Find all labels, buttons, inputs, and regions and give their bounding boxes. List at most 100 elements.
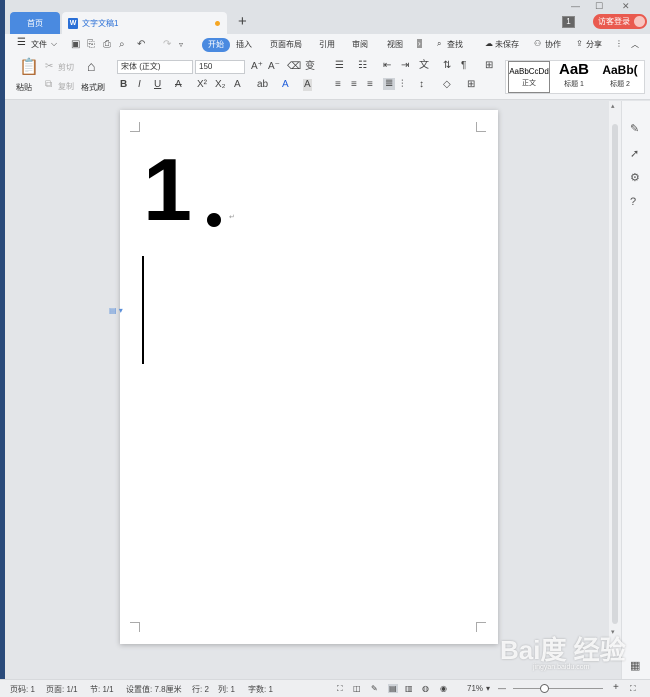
settings-sliders-icon[interactable]: ⚙ [630, 172, 640, 184]
tab-document[interactable]: W 文字文稿1 [62, 12, 227, 34]
line-spacing-icon[interactable]: ↕ [419, 79, 424, 91]
print-icon[interactable]: ⎙ [103, 39, 111, 50]
collab-label[interactable]: 协作 [545, 39, 561, 50]
subscript-icon[interactable]: X₂ [215, 79, 226, 91]
menu-file[interactable]: 文件 [31, 39, 47, 50]
phonetic-guide-icon[interactable]: 变 [305, 61, 315, 73]
increase-indent-icon[interactable]: ⇥ [401, 60, 409, 72]
copy-button[interactable]: 复制 [58, 81, 74, 92]
focus-mode-icon[interactable]: ⛶ [337, 684, 343, 694]
paste-button[interactable]: 粘贴 [16, 82, 32, 93]
fit-page-icon[interactable]: ⛶ [630, 684, 636, 694]
distribute-icon[interactable]: ⫶ [401, 79, 404, 91]
format-painter-icon[interactable]: ⌂ [87, 59, 95, 73]
chevron-down-icon[interactable]: ⌵ [51, 39, 57, 49]
menu-tab-page-layout[interactable]: 页面布局 [270, 39, 302, 50]
redo-icon[interactable]: ↷ [163, 39, 171, 50]
show-marks-icon[interactable]: ¶ [461, 60, 466, 72]
web-view-icon[interactable]: ◍ [422, 684, 429, 693]
align-right-icon[interactable]: ≡ [367, 79, 373, 91]
eye-protection-icon[interactable]: ◉ [440, 684, 447, 693]
minimize-button[interactable]: — [571, 1, 580, 11]
zoom-slider[interactable] [513, 688, 603, 689]
style-heading-2[interactable]: AaBb( 标题 2 [596, 61, 644, 93]
write-mode-icon[interactable]: ✎ [371, 684, 378, 693]
collab-icon: ⚇ [534, 39, 542, 48]
menu-icon[interactable]: ☰ [17, 37, 26, 48]
numbered-heading-text[interactable]: 1 [143, 140, 192, 240]
style-heading-1[interactable]: AaB 标题 1 [552, 61, 596, 93]
menu-tab-home[interactable]: 开始 [202, 38, 230, 52]
font-size-select[interactable]: 150 [195, 60, 245, 74]
font-color-icon[interactable]: A [282, 79, 289, 91]
chinese-layout-icon[interactable]: 文 [419, 60, 429, 72]
increase-font-icon[interactable]: A⁺ [251, 61, 263, 73]
pen-icon[interactable]: ✎ [630, 123, 639, 135]
zoom-slider-thumb[interactable] [540, 684, 549, 693]
status-pages[interactable]: 页面: 1/1 [46, 684, 78, 695]
char-shading-icon[interactable]: A [303, 79, 312, 91]
new-tab-button[interactable]: + [238, 13, 247, 31]
justify-icon[interactable]: ≣ [383, 78, 396, 90]
borders-icon[interactable]: ⊞ [467, 79, 475, 91]
zoom-level[interactable]: 71% [467, 684, 483, 693]
clear-format-icon[interactable]: ⌫ [287, 61, 301, 73]
cut-button[interactable]: 剪切 [58, 62, 74, 73]
bold-button[interactable]: B [120, 79, 127, 91]
unsaved-label[interactable]: 未保存 [495, 39, 519, 50]
paste-icon[interactable]: 📋 [19, 60, 39, 76]
guest-login-button[interactable]: 访客登录 [593, 14, 647, 29]
bullet-list-icon[interactable]: ☰ [335, 60, 344, 72]
search-label[interactable]: 查找 [447, 39, 463, 50]
align-left-icon[interactable]: ≡ [335, 79, 341, 91]
text-effect-icon[interactable]: A [234, 79, 241, 91]
read-mode-icon[interactable]: ◫ [353, 684, 361, 693]
help-icon[interactable]: ? [630, 196, 636, 208]
highlight-icon[interactable]: ab [257, 79, 268, 91]
sort-icon[interactable]: ⇅ [443, 60, 451, 72]
scrollbar-thumb[interactable] [612, 124, 618, 624]
underline-button[interactable]: U [154, 79, 161, 91]
more-options-icon[interactable]: ⋮ [615, 39, 623, 48]
numbered-list-icon[interactable]: ☷ [358, 60, 367, 72]
font-family-select[interactable]: 宋体 (正文) [117, 60, 193, 74]
select-cursor-icon[interactable]: ➚ [630, 148, 639, 160]
decrease-indent-icon[interactable]: ⇤ [383, 60, 391, 72]
decrease-font-icon[interactable]: A⁻ [268, 61, 280, 73]
status-word-count[interactable]: 字数: 1 [248, 684, 273, 695]
share-label[interactable]: 分享 [586, 39, 602, 50]
save-icon[interactable]: ▣ [71, 39, 80, 50]
undo-icon[interactable]: ↶ [137, 39, 145, 50]
menu-tab-insert[interactable]: 插入 [236, 39, 252, 50]
zoom-out-icon[interactable]: — [498, 684, 506, 693]
superscript-icon[interactable]: X² [197, 79, 207, 91]
zoom-in-icon[interactable]: + [613, 682, 619, 693]
export-pdf-icon[interactable]: ⎘ [87, 39, 95, 50]
maximize-button[interactable]: ☐ [595, 1, 603, 12]
window-count-badge[interactable]: 1 [562, 16, 575, 28]
tab-home[interactable]: 首页 [10, 12, 60, 34]
paragraph-handle-icon[interactable]: ▤ ▾ [109, 306, 123, 315]
close-button[interactable]: ✕ [622, 1, 630, 12]
italic-button[interactable]: I [138, 79, 141, 91]
grid-apps-icon[interactable]: ▦ [630, 660, 640, 672]
print-preview-icon[interactable]: ⌕ [119, 39, 125, 50]
outline-view-icon[interactable]: ▥ [405, 684, 413, 693]
menu-tab-references[interactable]: 引用 [319, 39, 335, 50]
menu-tab-view[interactable]: 视图 [387, 39, 403, 50]
search-icon[interactable]: ⌕ [437, 39, 441, 49]
strikethrough-icon[interactable]: A [175, 79, 182, 91]
format-painter-button[interactable]: 格式刷 [81, 82, 105, 93]
margin-corner [476, 622, 486, 632]
zoom-dropdown-icon[interactable]: ▾ [486, 684, 490, 693]
shading-icon[interactable]: ◇ [443, 79, 451, 91]
align-center-icon[interactable]: ≡ [351, 79, 357, 91]
customize-toolbar-icon[interactable]: ▿ [179, 39, 183, 50]
style-normal[interactable]: AaBbCcDd 正文 [508, 61, 550, 93]
menu-tab-review[interactable]: 审阅 [352, 39, 368, 50]
page-view-icon[interactable]: ▤ [388, 684, 398, 693]
table-borders-icon[interactable]: ⊞ [485, 60, 493, 72]
collapse-ribbon-icon[interactable]: ︿ [631, 39, 639, 50]
more-tabs-icon[interactable]: › [417, 39, 422, 48]
scroll-up-icon[interactable]: ▴ [611, 102, 615, 110]
